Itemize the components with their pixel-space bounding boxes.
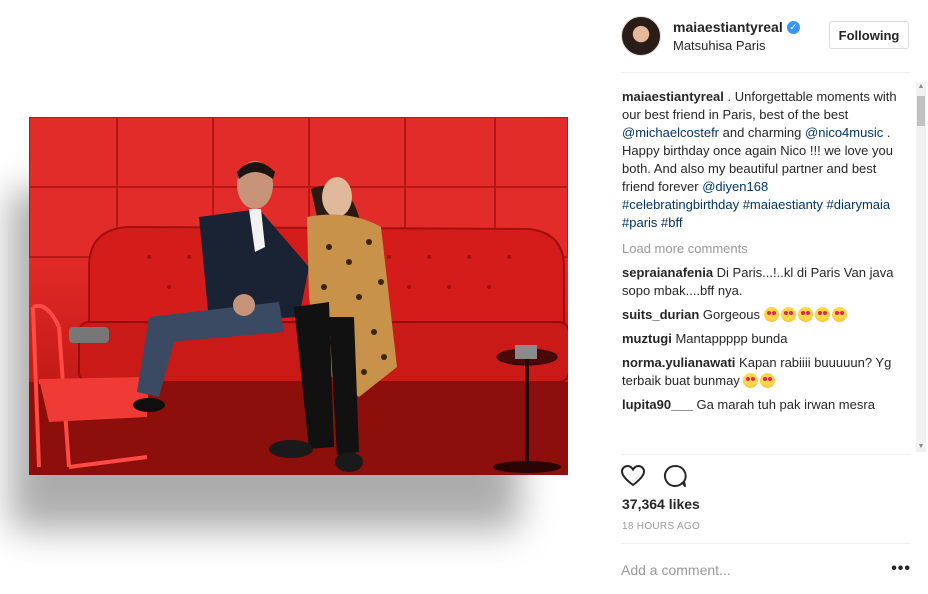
heart-eyes-emoji-icon <box>780 307 796 322</box>
kiss-emoji-icon <box>760 373 776 388</box>
hashtag-link[interactable]: #paris <box>622 215 657 230</box>
verified-badge-icon: ✓ <box>786 20 800 34</box>
scroll-down-arrow-icon[interactable]: ▼ <box>916 442 926 452</box>
comment-text: Gorgeous <box>702 307 761 322</box>
heart-eyes-emoji-icon <box>831 307 847 322</box>
post-panel: maiaestiantyreal ✓ Matsuhisa Paris Follo… <box>604 0 928 594</box>
comment-text: Mantappppp bunda <box>675 331 788 346</box>
mention-link[interactable]: @nico4music <box>805 125 883 140</box>
comment-item: muztugi Mantappppp bunda <box>622 330 909 348</box>
comment-username[interactable]: sepraianafenia <box>622 265 713 280</box>
photo-illustration <box>29 117 568 475</box>
comment-item: lupita90___ Ga marah tuh pak irwan mesra <box>622 396 909 414</box>
comment-username[interactable]: norma.yulianawati <box>622 355 735 370</box>
comment-username[interactable]: suits_durian <box>622 307 699 322</box>
likes-count[interactable]: 37,364 likes <box>622 496 700 512</box>
actions-divider <box>621 454 911 455</box>
post-photo[interactable] <box>29 117 568 475</box>
header-divider <box>621 72 911 73</box>
comment-item: suits_durian Gorgeous <box>622 306 909 324</box>
media-area <box>0 0 604 594</box>
heart-icon[interactable] <box>620 463 646 489</box>
heart-eyes-emoji-icon <box>797 307 813 322</box>
scroll-thumb[interactable] <box>917 96 925 126</box>
post-timestamp[interactable]: 18 HOURS AGO <box>622 521 700 532</box>
comments-list: maiaestiantyreal . Unforgettable moments… <box>622 88 909 450</box>
comment-username[interactable]: lupita90___ <box>622 397 693 412</box>
caption: maiaestiantyreal . Unforgettable moments… <box>622 88 909 232</box>
caption-username[interactable]: maiaestiantyreal <box>622 89 724 104</box>
following-button[interactable]: Following <box>829 21 909 49</box>
comments-scrollbar[interactable]: ▲ ▼ <box>916 82 926 452</box>
mention-link[interactable]: @diyen168 <box>702 179 768 194</box>
comment-item: sepraianafenia Di Paris...!..kl di Paris… <box>622 264 909 300</box>
hashtag-link[interactable]: #celebratingbirthday <box>622 197 739 212</box>
heart-eyes-emoji-icon <box>763 307 779 322</box>
mention-link[interactable]: @michaelcostefr <box>622 125 719 140</box>
comment-username[interactable]: muztugi <box>622 331 672 346</box>
comment-text: Ga marah tuh pak irwan mesra <box>696 397 875 412</box>
comment-item: norma.yulianawati Kapan rabiiii buuuuun?… <box>622 354 909 390</box>
hashtag-link[interactable]: #bff <box>661 215 682 230</box>
add-comment-section: ••• <box>621 543 911 594</box>
more-options-icon[interactable]: ••• <box>891 560 911 578</box>
caption-text-2: and charming <box>719 125 806 140</box>
header-username[interactable]: maiaestiantyreal <box>673 19 783 35</box>
hashtag-link[interactable]: #maiaestianty <box>743 197 823 212</box>
heart-eyes-emoji-icon <box>743 373 759 388</box>
comment-bubble-icon[interactable] <box>662 463 688 489</box>
action-bar <box>620 463 688 489</box>
load-more-comments-link[interactable]: Load more comments <box>622 240 909 258</box>
heart-eyes-emoji-icon <box>814 307 830 322</box>
avatar[interactable] <box>621 16 661 56</box>
scroll-up-arrow-icon[interactable]: ▲ <box>916 82 926 92</box>
hashtag-link[interactable]: #diarymaia <box>827 197 891 212</box>
add-comment-input[interactable] <box>621 559 871 581</box>
